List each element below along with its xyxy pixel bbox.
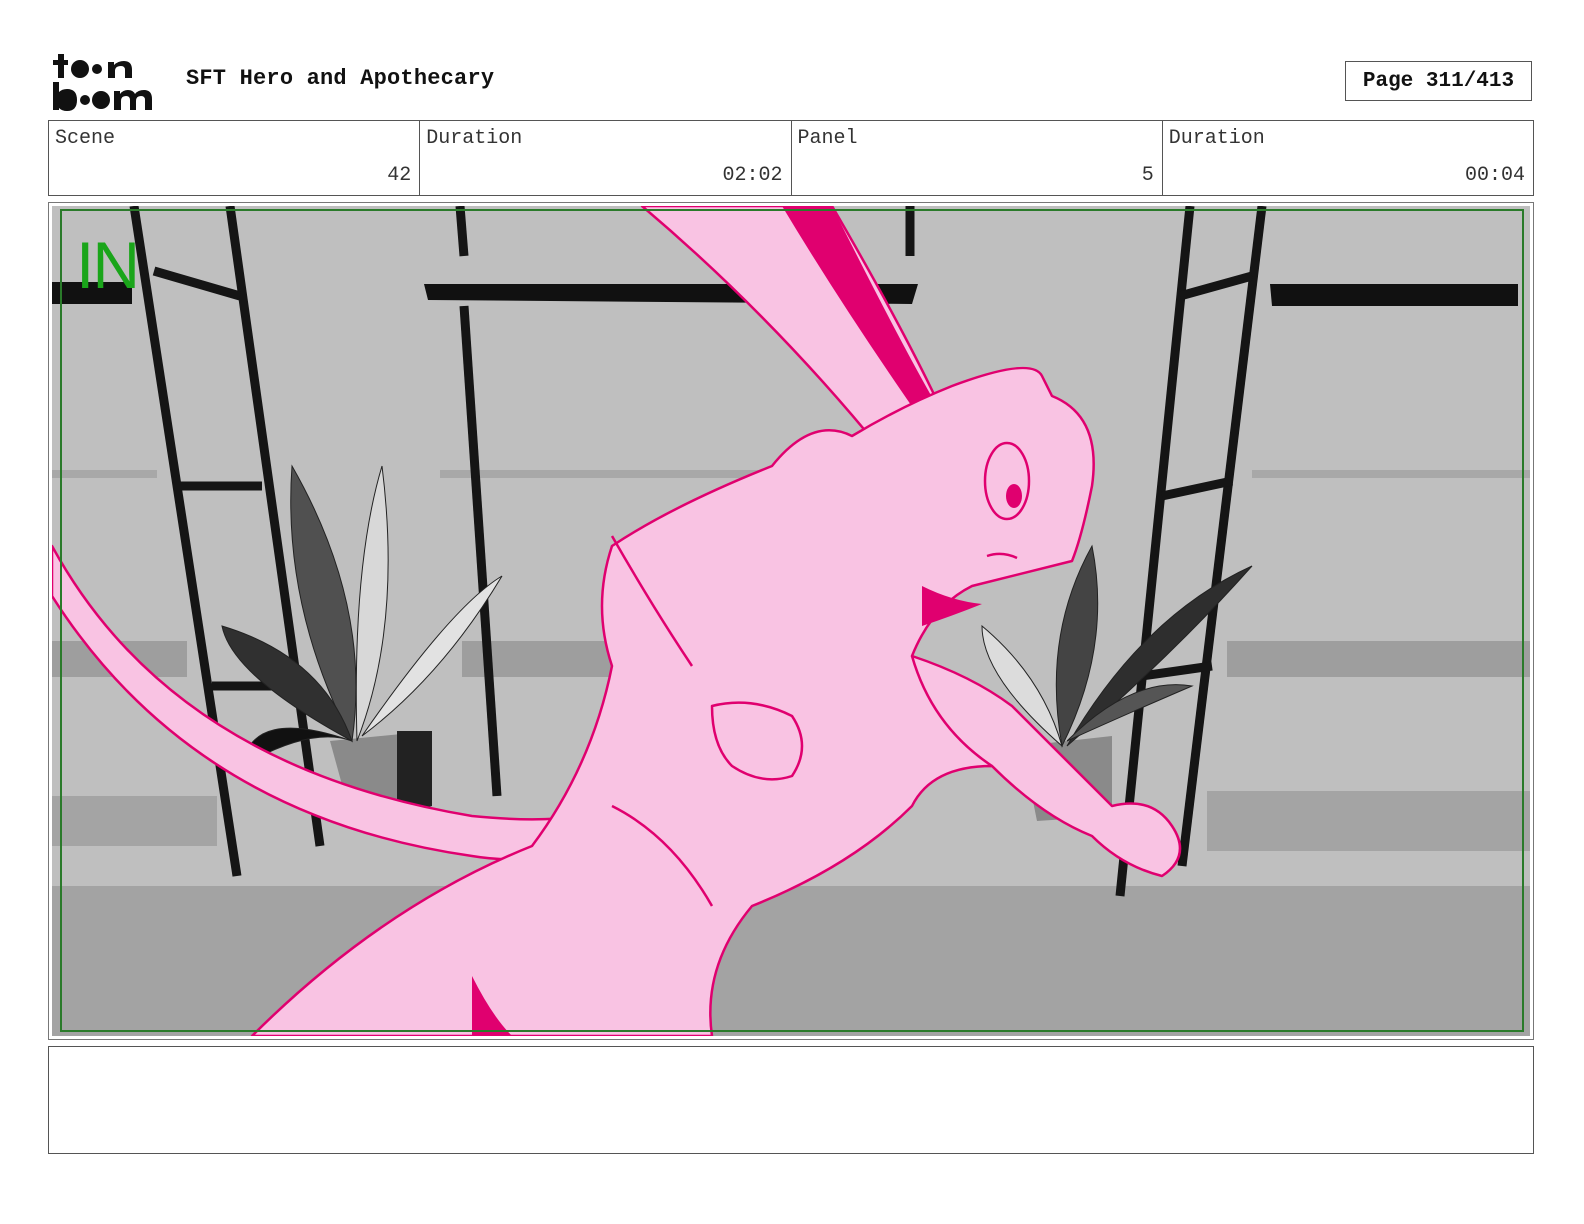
panel-duration-cell: Duration 00:04 bbox=[1163, 121, 1533, 195]
in-marker: IN bbox=[76, 228, 140, 302]
panel-label: Panel bbox=[797, 127, 858, 150]
toon-boom-logo bbox=[53, 54, 152, 111]
panel-duration-label: Duration bbox=[1168, 127, 1265, 150]
scene-info-table: Scene 42 Duration 02:02 Panel 5 Duration… bbox=[48, 120, 1534, 196]
panel-duration-value: 00:04 bbox=[1464, 164, 1525, 187]
panel-artwork bbox=[52, 206, 1530, 1036]
panel-cell: Panel 5 bbox=[792, 121, 1163, 195]
scene-label: Scene bbox=[55, 127, 116, 150]
scene-duration-label: Duration bbox=[426, 127, 523, 150]
project-title: SFT Hero and Apothecary bbox=[186, 66, 495, 91]
scene-duration-cell: Duration 02:02 bbox=[420, 121, 792, 195]
scene-value: 42 bbox=[387, 164, 412, 187]
scene-cell: Scene 42 bbox=[49, 121, 421, 195]
page-number: Page 311/413 bbox=[1345, 61, 1532, 101]
storyboard-drawing bbox=[52, 206, 1530, 1036]
panel-value: 5 bbox=[1141, 164, 1154, 187]
scene-duration-value: 02:02 bbox=[722, 164, 783, 187]
notes-box[interactable] bbox=[48, 1046, 1534, 1154]
